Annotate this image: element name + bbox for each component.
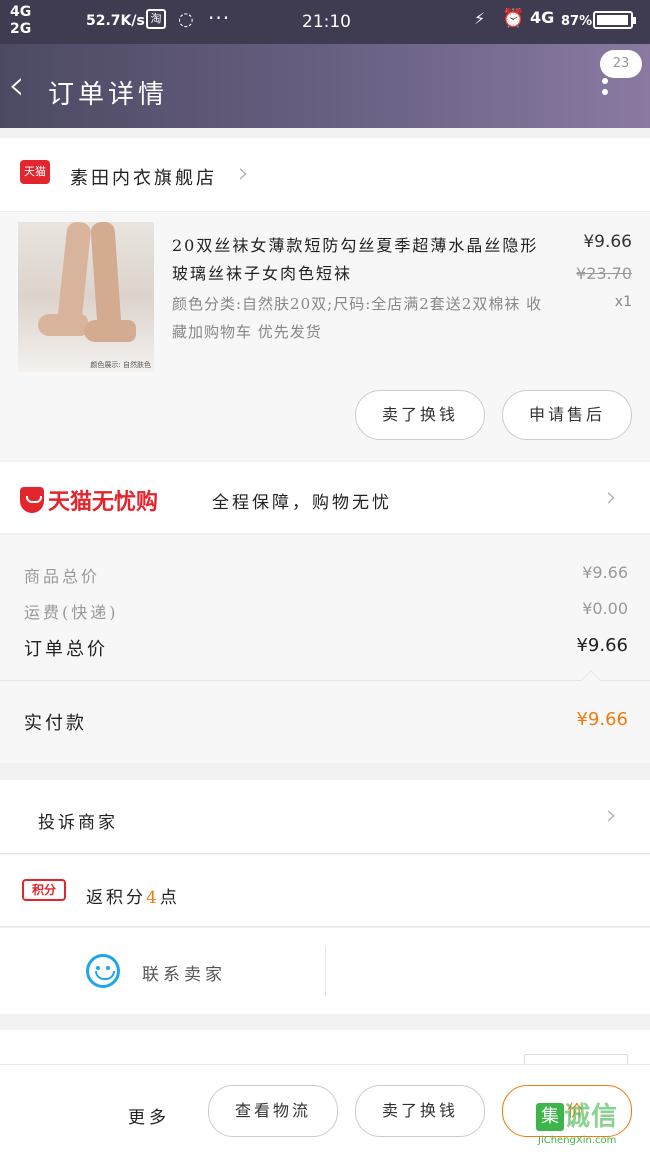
battery-percent: 87% — [561, 14, 593, 29]
watermark-logo: 集诚信 JiChengXin.com — [536, 1102, 619, 1146]
chevron-right-icon: › — [606, 798, 618, 831]
more-button[interactable]: 更多 — [128, 1103, 170, 1128]
points-text: 返积分4点 — [86, 888, 180, 908]
guarantee-row[interactable]: 天猫无忧购 全程保障，购物无忧 › — [0, 462, 650, 534]
page-header: ‹ 订单详情 23 — [0, 44, 650, 128]
divider — [325, 946, 326, 996]
notch-pointer — [581, 670, 601, 690]
sell-for-cash-button[interactable]: 卖了换钱 — [355, 390, 485, 440]
shop-row[interactable]: 天猫 素田内衣旗舰店 › — [0, 138, 650, 212]
contact-seller-button[interactable]: 联系卖家 — [142, 960, 226, 985]
alarm-icon: ⏰ — [502, 8, 525, 29]
shipping-value: ¥0.00 — [582, 599, 628, 618]
more-notifications-icon: ··· — [208, 6, 231, 30]
network-speed: 52.7K/s — [86, 13, 145, 29]
smiley-chat-icon[interactable] — [86, 954, 120, 988]
network-type: 4G — [530, 8, 555, 27]
product-original-price: ¥23.70 — [576, 264, 632, 283]
taobao-icon: 淘 — [146, 9, 166, 29]
message-count-badge[interactable]: 23 — [600, 50, 642, 78]
order-total-value: ¥9.66 — [576, 635, 628, 656]
charging-icon: ⚡ — [474, 9, 486, 28]
page-title: 订单详情 — [48, 80, 169, 110]
shop-name[interactable]: 素田内衣旗舰店 — [70, 164, 217, 190]
points-value: 4 — [146, 888, 160, 908]
goods-total-value: ¥9.66 — [582, 563, 628, 582]
back-arrow-icon[interactable]: ‹ — [8, 64, 25, 106]
points-row: 积分 返积分4点 — [0, 855, 650, 927]
complain-seller-label: 投诉商家 — [38, 813, 118, 833]
chevron-right-icon: › — [238, 156, 250, 189]
product-price: ¥9.66 — [583, 232, 632, 252]
divider — [0, 680, 650, 681]
contact-row: 联系卖家 — [0, 928, 650, 1014]
sell-for-cash-button[interactable]: 卖了换钱 — [355, 1085, 485, 1137]
clock: 21:10 — [302, 12, 351, 32]
guarantee-slogan: 全程保障，购物无忧 — [212, 493, 392, 513]
view-logistics-button[interactable]: 查看物流 — [208, 1085, 338, 1137]
goods-total-label: 商品总价 — [24, 567, 101, 586]
chevron-right-icon: › — [606, 480, 618, 513]
shipping-label: 运费(快递) — [24, 603, 119, 622]
signal-indicator: 4G 2G — [10, 4, 32, 37]
qq-icon: ◌ — [178, 9, 194, 30]
more-menu-icon[interactable] — [600, 78, 612, 100]
amount-paid-label: 实付款 — [24, 713, 87, 734]
points-badge: 积分 — [22, 879, 66, 901]
after-sales-button[interactable]: 申请售后 — [502, 390, 632, 440]
product-spec: 颜色分类:自然肤20双;尺码:全店满2套送2双棉袜 收藏加购物车 优先发货 — [172, 295, 543, 341]
status-bar: 4G 2G 52.7K/s 淘 ◌ ··· 21:10 ⚡ ⏰ 4G 87% — [0, 0, 650, 44]
complain-seller-row[interactable]: 投诉商家 › — [0, 780, 650, 854]
product-title[interactable]: 20双丝袜女薄款短防勾丝夏季超薄水晶丝隐形玻璃丝袜子女肉色短袜 — [172, 232, 552, 288]
tmall-wuyou-logo: 天猫无忧购 — [20, 484, 158, 515]
price-summary: 商品总价 ¥9.66 运费(快递) ¥0.00 订单总价 ¥9.66 实付款 ¥… — [0, 535, 650, 763]
product-thumbnail[interactable]: 颜色展示: 自然肤色 — [18, 222, 154, 372]
tmall-logo: 天猫 — [20, 160, 50, 184]
shield-icon — [20, 487, 44, 513]
order-total-label: 订单总价 — [24, 639, 108, 660]
amount-paid-value: ¥9.66 — [576, 709, 628, 730]
battery-icon — [593, 11, 636, 29]
product-quantity: x1 — [614, 294, 632, 310]
thumbnail-caption: 颜色展示: 自然肤色 — [90, 361, 151, 369]
product-item[interactable]: 颜色展示: 自然肤色 20双丝袜女薄款短防勾丝夏季超薄水晶丝隐形玻璃丝袜子女肉色… — [0, 212, 650, 460]
